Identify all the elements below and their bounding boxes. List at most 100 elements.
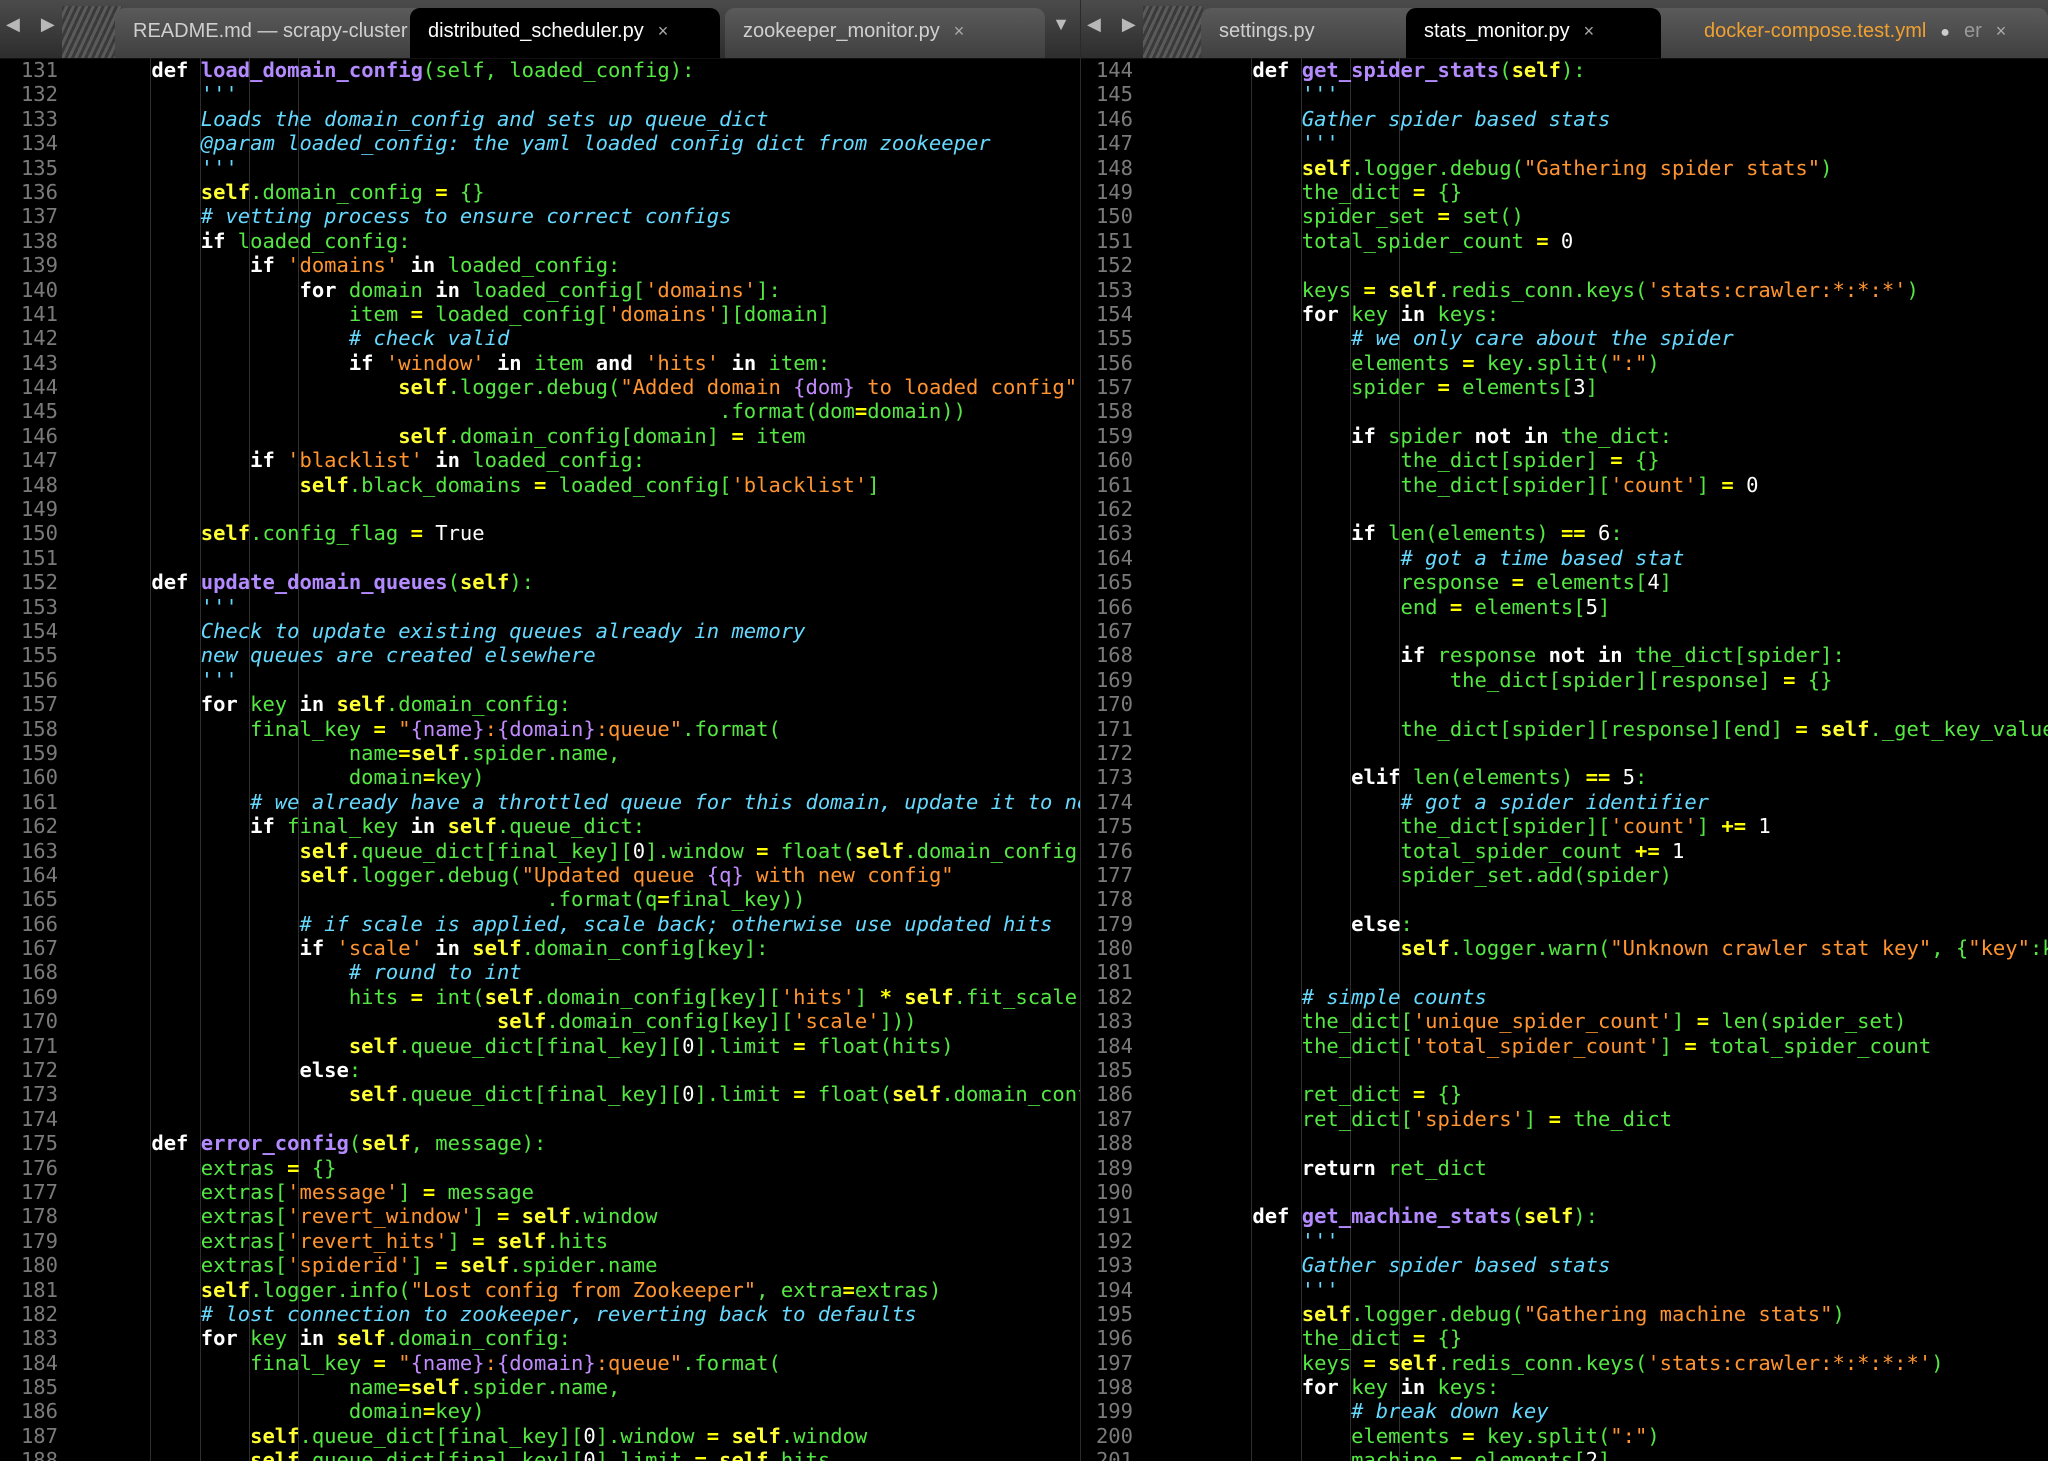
code-line[interactable]: 186 domain=key) — [0, 1399, 1080, 1423]
code-line[interactable]: 179 else: — [1081, 912, 2048, 936]
code-line[interactable]: 180 extras['spiderid'] = self.spider.nam… — [0, 1253, 1080, 1277]
code-line[interactable]: 146 Gather spider based stats — [1081, 107, 2048, 131]
code-line[interactable]: 150 self.config_flag = True — [0, 521, 1080, 545]
code-line[interactable]: 160 domain=key) — [0, 765, 1080, 789]
code-line[interactable]: 175 the_dict[spider]['count'] += 1 — [1081, 814, 2048, 838]
code-line[interactable]: 164 self.logger.debug("Updated queue {q}… — [0, 863, 1080, 887]
code-line[interactable]: 160 the_dict[spider] = {} — [1081, 448, 2048, 472]
code-line[interactable]: 177 extras['message'] = message — [0, 1180, 1080, 1204]
code-line[interactable]: 146 self.domain_config[domain] = item — [0, 424, 1080, 448]
code-line[interactable]: 193 Gather spider based stats — [1081, 1253, 2048, 1277]
code-line[interactable]: 189 return ret_dict — [1081, 1156, 2048, 1180]
code-line[interactable]: 187 ret_dict['spiders'] = the_dict — [1081, 1107, 2048, 1131]
code-line[interactable]: 131 def load_domain_config(self, loaded_… — [0, 58, 1080, 82]
code-line[interactable]: 185 — [1081, 1058, 2048, 1082]
code-line[interactable]: 144 def get_spider_stats(self): — [1081, 58, 2048, 82]
code-line[interactable]: 190 — [1081, 1180, 2048, 1204]
code-line[interactable]: 156 ''' — [0, 668, 1080, 692]
code-line[interactable]: 157 for key in self.domain_config: — [0, 692, 1080, 716]
code-line[interactable]: 149 the_dict = {} — [1081, 180, 2048, 204]
code-line[interactable]: 140 for domain in loaded_config['domains… — [0, 278, 1080, 302]
code-line[interactable]: 182 # lost connection to zookeeper, reve… — [0, 1302, 1080, 1326]
tab-zookeeper-monitor[interactable]: zookeeper_monitor.py × — [725, 8, 1045, 58]
code-line[interactable]: 141 item = loaded_config['domains'][doma… — [0, 302, 1080, 326]
code-line[interactable]: 184 final_key = "{name}:{domain}:queue".… — [0, 1351, 1080, 1375]
code-line[interactable]: 155 new queues are created elsewhere — [0, 643, 1080, 667]
code-line[interactable]: 161 the_dict[spider]['count'] = 0 — [1081, 473, 2048, 497]
code-line[interactable]: 166 # if scale is applied, scale back; o… — [0, 912, 1080, 936]
code-line[interactable]: 147 ''' — [1081, 131, 2048, 155]
code-line[interactable]: 145 .format(dom=domain)) — [0, 399, 1080, 423]
code-line[interactable]: 174 # got a spider identifier — [1081, 790, 2048, 814]
close-icon[interactable]: × — [954, 21, 965, 41]
code-line[interactable]: 169 the_dict[spider][response] = {} — [1081, 668, 2048, 692]
code-line[interactable]: 171 the_dict[spider][response][end] = se… — [1081, 717, 2048, 741]
code-line[interactable]: 158 final_key = "{name}:{domain}:queue".… — [0, 717, 1080, 741]
code-line[interactable]: 182 # simple counts — [1081, 985, 2048, 1009]
code-line[interactable]: 168 if response not in the_dict[spider]: — [1081, 643, 2048, 667]
code-line[interactable]: 188 — [1081, 1131, 2048, 1155]
code-line[interactable]: 153 keys = self.redis_conn.keys('stats:c… — [1081, 278, 2048, 302]
code-area-right[interactable]: 144 def get_spider_stats(self): 145 ''' 14… — [1081, 58, 2048, 1461]
code-area-left[interactable]: 131 def load_domain_config(self, loaded_… — [0, 58, 1080, 1461]
code-line[interactable]: 171 self.queue_dict[final_key][0].limit … — [0, 1034, 1080, 1058]
tab-stats-monitor[interactable]: stats_monitor.py × — [1406, 8, 1661, 58]
code-line[interactable]: 172 else: — [0, 1058, 1080, 1082]
code-line[interactable]: 159 name=self.spider.name, — [0, 741, 1080, 765]
code-line[interactable]: 196 the_dict = {} — [1081, 1326, 2048, 1350]
code-line[interactable]: 157 spider = elements[3] — [1081, 375, 2048, 399]
code-line[interactable]: 181 — [1081, 960, 2048, 984]
code-line[interactable]: 149 — [0, 497, 1080, 521]
code-line[interactable]: 136 self.domain_config = {} — [0, 180, 1080, 204]
code-line[interactable]: 166 end = elements[5] — [1081, 595, 2048, 619]
code-line[interactable]: 179 extras['revert_hits'] = self.hits — [0, 1229, 1080, 1253]
code-line[interactable]: 183 the_dict['unique_spider_count'] = le… — [1081, 1009, 2048, 1033]
code-line[interactable]: 148 self.logger.debug("Gathering spider … — [1081, 156, 2048, 180]
code-line[interactable]: 137 # vetting process to ensure correct … — [0, 204, 1080, 228]
code-line[interactable]: 181 self.logger.info("Lost config from Z… — [0, 1278, 1080, 1302]
code-line[interactable]: 200 elements = key.split(":") — [1081, 1424, 2048, 1448]
code-line[interactable]: 167 — [1081, 619, 2048, 643]
code-line[interactable]: 153 ''' — [0, 595, 1080, 619]
code-line[interactable]: 176 extras = {} — [0, 1156, 1080, 1180]
code-line[interactable]: 174 — [0, 1107, 1080, 1131]
code-line[interactable]: 161 # we already have a throttled queue … — [0, 790, 1080, 814]
tab-readme[interactable]: README.md — scrapy-cluster — [115, 8, 425, 58]
code-line[interactable]: 145 ''' — [1081, 82, 2048, 106]
code-line[interactable]: 168 # round to int — [0, 960, 1080, 984]
code-line[interactable]: 178 extras['revert_window'] = self.windo… — [0, 1204, 1080, 1228]
code-line[interactable]: 198 for key in keys: — [1081, 1375, 2048, 1399]
code-line[interactable]: 184 the_dict['total_spider_count'] = tot… — [1081, 1034, 2048, 1058]
code-line[interactable]: 192 ''' — [1081, 1229, 2048, 1253]
tab-dropdown-icon[interactable]: ▼ — [1052, 14, 1070, 35]
code-line[interactable]: 143 if 'window' in item and 'hits' in it… — [0, 351, 1080, 375]
code-line[interactable]: 151 total_spider_count = 0 — [1081, 229, 2048, 253]
code-line[interactable]: 180 self.logger.warn("Unknown crawler st… — [1081, 936, 2048, 960]
code-line[interactable]: 154 Check to update existing queues alre… — [0, 619, 1080, 643]
code-line[interactable]: 178 — [1081, 887, 2048, 911]
tab-distributed-scheduler[interactable]: distributed_scheduler.py × — [410, 8, 720, 58]
code-line[interactable]: 159 if spider not in the_dict: — [1081, 424, 2048, 448]
code-line[interactable]: 197 keys = self.redis_conn.keys('stats:c… — [1081, 1351, 2048, 1375]
code-line[interactable]: 165 response = elements[4] — [1081, 570, 2048, 594]
tab-nav-arrows[interactable]: ◀ ▶ — [6, 14, 63, 35]
code-line[interactable]: 152 — [1081, 253, 2048, 277]
code-line[interactable]: 155 # we only care about the spider — [1081, 326, 2048, 350]
code-line[interactable]: 175 def error_config(self, message): — [0, 1131, 1080, 1155]
code-line[interactable]: 142 # check valid — [0, 326, 1080, 350]
code-line[interactable]: 150 spider_set = set() — [1081, 204, 2048, 228]
code-line[interactable]: 194 ''' — [1081, 1278, 2048, 1302]
code-line[interactable]: 132 ''' — [0, 82, 1080, 106]
code-line[interactable]: 183 for key in self.domain_config: — [0, 1326, 1080, 1350]
code-line[interactable]: 152 def update_domain_queues(self): — [0, 570, 1080, 594]
close-icon[interactable]: × — [658, 21, 669, 41]
code-line[interactable]: 187 self.queue_dict[final_key][0].window… — [0, 1424, 1080, 1448]
code-line[interactable]: 135 ''' — [0, 156, 1080, 180]
code-line[interactable]: 186 ret_dict = {} — [1081, 1082, 2048, 1106]
code-line[interactable]: 191 def get_machine_stats(self): — [1081, 1204, 2048, 1228]
code-line[interactable]: 151 — [0, 546, 1080, 570]
close-icon[interactable]: × — [1584, 21, 1595, 41]
tab-settings-py[interactable]: settings.py — [1201, 8, 1421, 58]
code-line[interactable]: 163 if len(elements) == 6: — [1081, 521, 2048, 545]
code-line[interactable]: 188 self.queue_dict[final_key][0].limit … — [0, 1448, 1080, 1461]
